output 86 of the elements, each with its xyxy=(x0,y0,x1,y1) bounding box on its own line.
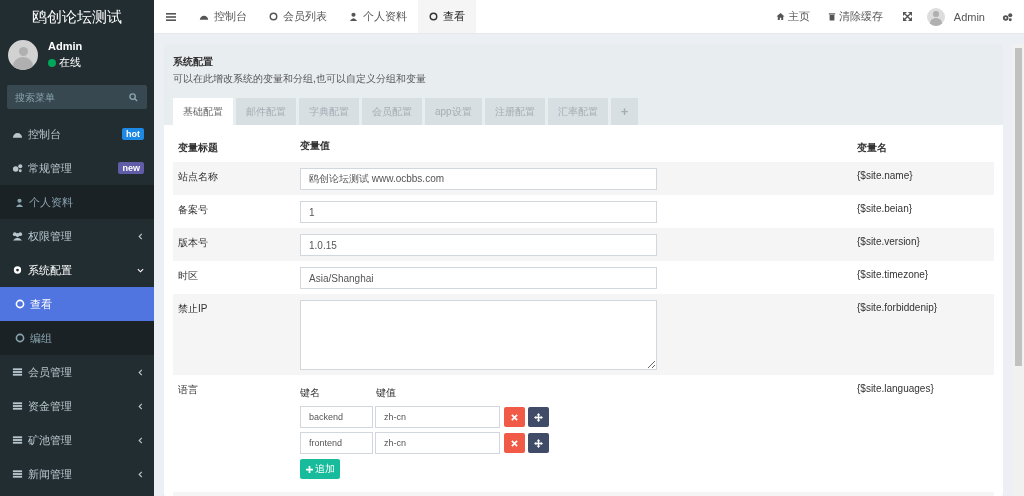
submenu-item[interactable]: 查看 xyxy=(0,287,154,321)
scrollbar[interactable] xyxy=(1013,44,1024,496)
chevron-left-icon xyxy=(137,470,144,478)
list-icon xyxy=(12,435,23,445)
column-header: 变量名 xyxy=(857,141,887,155)
menu-item[interactable]: 矿池管理 xyxy=(0,423,154,457)
column-header: 变量值 xyxy=(300,139,331,153)
menu-icon[interactable] xyxy=(166,12,176,21)
menu-badge: hot xyxy=(122,128,144,140)
user-icon xyxy=(15,197,24,207)
chevron-left-icon xyxy=(137,232,144,240)
table-cell-text: 语言 xyxy=(178,383,199,397)
plus-icon xyxy=(305,465,313,473)
top-link[interactable]: 清除缓存 xyxy=(818,9,892,24)
panel-title: 系统配置 xyxy=(173,55,214,69)
panel-description: 可以在此增改系统的变量和分组,也可以自定义分组和变量 xyxy=(173,72,427,86)
value-header: 键值 xyxy=(376,386,396,400)
close-icon xyxy=(511,439,518,447)
circle-icon xyxy=(429,12,438,21)
menu-item[interactable]: 常规管理 new xyxy=(0,151,154,185)
table-cell-text: 时区 xyxy=(178,269,199,283)
home-icon xyxy=(775,12,785,21)
move-button[interactable] xyxy=(528,407,549,427)
config-tab[interactable]: 基础配置 xyxy=(173,98,233,125)
site-logo: 鸥创论坛测试 xyxy=(31,7,123,27)
table-cell-text: {$site.beian} xyxy=(857,202,913,214)
input-field[interactable]: 1.0.15 xyxy=(300,234,657,256)
gears-icon xyxy=(12,163,23,173)
input-field[interactable]: Asia/Shanghai xyxy=(300,267,657,289)
column-header: 变量标题 xyxy=(178,141,219,155)
list-icon xyxy=(12,401,23,411)
list-icon xyxy=(12,469,23,479)
key-field[interactable]: frontend xyxy=(300,432,373,454)
table-cell-text: 备案号 xyxy=(178,203,209,217)
menu-item[interactable]: 控制台 hot xyxy=(0,117,154,151)
circle-icon xyxy=(15,333,25,343)
circle-icon xyxy=(15,299,25,309)
table-cell-text: {$site.version} xyxy=(857,235,920,247)
table-cell-text: {$site.languages} xyxy=(857,382,934,394)
value-field[interactable]: zh-cn xyxy=(375,432,500,454)
top-link[interactable]: 主页 xyxy=(766,9,819,24)
key-header: 键名 xyxy=(300,386,321,400)
user-status: 在线 xyxy=(59,55,81,70)
gear-icon xyxy=(12,265,23,275)
input-field[interactable]: 1 xyxy=(300,201,657,223)
page-tab[interactable]: 个人资料 xyxy=(338,0,418,33)
menu-item[interactable]: 资金管理 xyxy=(0,389,154,423)
table-cell-text: 站点名称 xyxy=(178,170,219,184)
submenu-item[interactable]: 编组 xyxy=(0,321,154,355)
user-icon xyxy=(349,12,358,21)
table-cell-text: {$site.timezone} xyxy=(857,268,929,280)
menu-badge: new xyxy=(118,162,144,174)
menu-item[interactable]: 会员管理 xyxy=(0,355,154,389)
gears-icon[interactable] xyxy=(1002,11,1013,22)
key-field[interactable]: backend xyxy=(300,406,373,428)
move-icon xyxy=(534,412,543,422)
circle-icon xyxy=(269,12,278,21)
page-tab[interactable]: 查看 xyxy=(418,0,476,33)
move-button[interactable] xyxy=(528,433,549,453)
close-icon xyxy=(511,413,518,421)
fullscreen-icon[interactable] xyxy=(902,12,912,21)
value-field[interactable]: zh-cn xyxy=(375,406,500,428)
user-name: Admin xyxy=(48,40,83,52)
chevron-left-icon xyxy=(137,368,144,376)
trash-icon xyxy=(827,12,836,21)
menu-item[interactable]: 权限管理 xyxy=(0,219,154,253)
move-icon xyxy=(534,438,543,448)
table-cell-text: {$site.name} xyxy=(857,169,913,181)
chevron-down-icon xyxy=(137,266,144,274)
table-cell-text: 禁止IP xyxy=(178,302,209,316)
page-tab[interactable]: 会员列表 xyxy=(258,0,338,33)
list-icon xyxy=(12,367,23,377)
menu-item[interactable]: 系统配置 xyxy=(0,253,154,287)
users-icon xyxy=(12,231,23,241)
avatar-icon xyxy=(8,40,38,70)
search-field[interactable]: 搜索菜单 xyxy=(7,85,147,109)
page-tab[interactable]: 控制台 xyxy=(188,0,258,33)
submenu-item[interactable]: 个人资料 xyxy=(0,185,154,219)
chevron-left-icon xyxy=(137,436,144,444)
chevron-left-icon xyxy=(137,402,144,410)
search-icon xyxy=(129,93,138,102)
table-cell-text: 版本号 xyxy=(178,236,209,250)
input-field[interactable]: 鸥创论坛测试 www.ocbbs.com xyxy=(300,168,657,190)
table-cell-text: {$site.forbiddenip} xyxy=(857,301,938,313)
menu-item[interactable]: 新闻管理 xyxy=(0,457,154,491)
user-name[interactable]: Admin xyxy=(953,10,985,23)
